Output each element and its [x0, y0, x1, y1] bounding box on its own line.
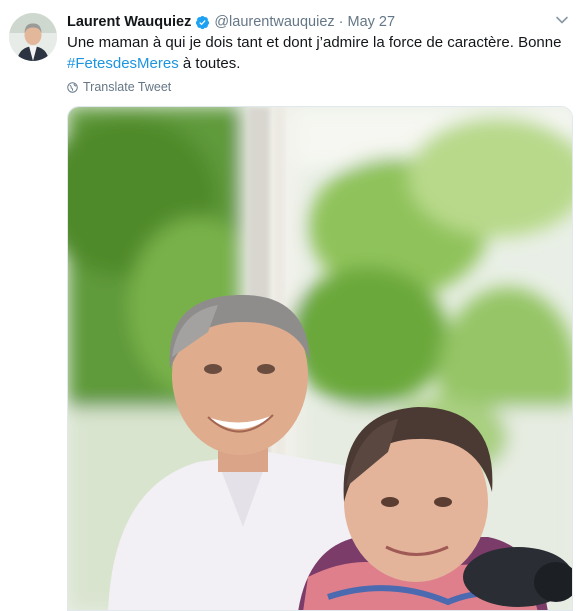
- tweet-date[interactable]: May 27: [348, 14, 396, 30]
- tweet-text-start: Une maman à qui je dois tant et dont j’a…: [67, 34, 562, 51]
- author-handle[interactable]: @laurentwauquiez: [214, 14, 334, 30]
- translate-tweet-link[interactable]: Translate Tweet: [67, 79, 171, 95]
- tweet-header: Laurent Wauquiez @laurentwauquiez · May …: [67, 12, 395, 32]
- tweet-photo[interactable]: [67, 106, 573, 611]
- tweet-text-end: à toutes.: [178, 55, 241, 72]
- translate-label: Translate Tweet: [83, 80, 172, 94]
- separator-dot: ·: [338, 14, 344, 30]
- tweet-text: Une maman à qui je dois tant et dont j’a…: [67, 32, 567, 74]
- author-name[interactable]: Laurent Wauquiez: [67, 14, 191, 30]
- hashtag-link[interactable]: #FetesdesMeres: [67, 55, 179, 72]
- avatar-photo: [9, 13, 57, 61]
- verified-badge-icon: [196, 15, 210, 29]
- tweet: Laurent Wauquiez @laurentwauquiez · May …: [0, 0, 583, 611]
- photo-image: [68, 107, 572, 610]
- avatar[interactable]: [9, 13, 57, 61]
- globe-icon: [67, 81, 78, 93]
- chevron-down-icon[interactable]: [555, 13, 569, 27]
